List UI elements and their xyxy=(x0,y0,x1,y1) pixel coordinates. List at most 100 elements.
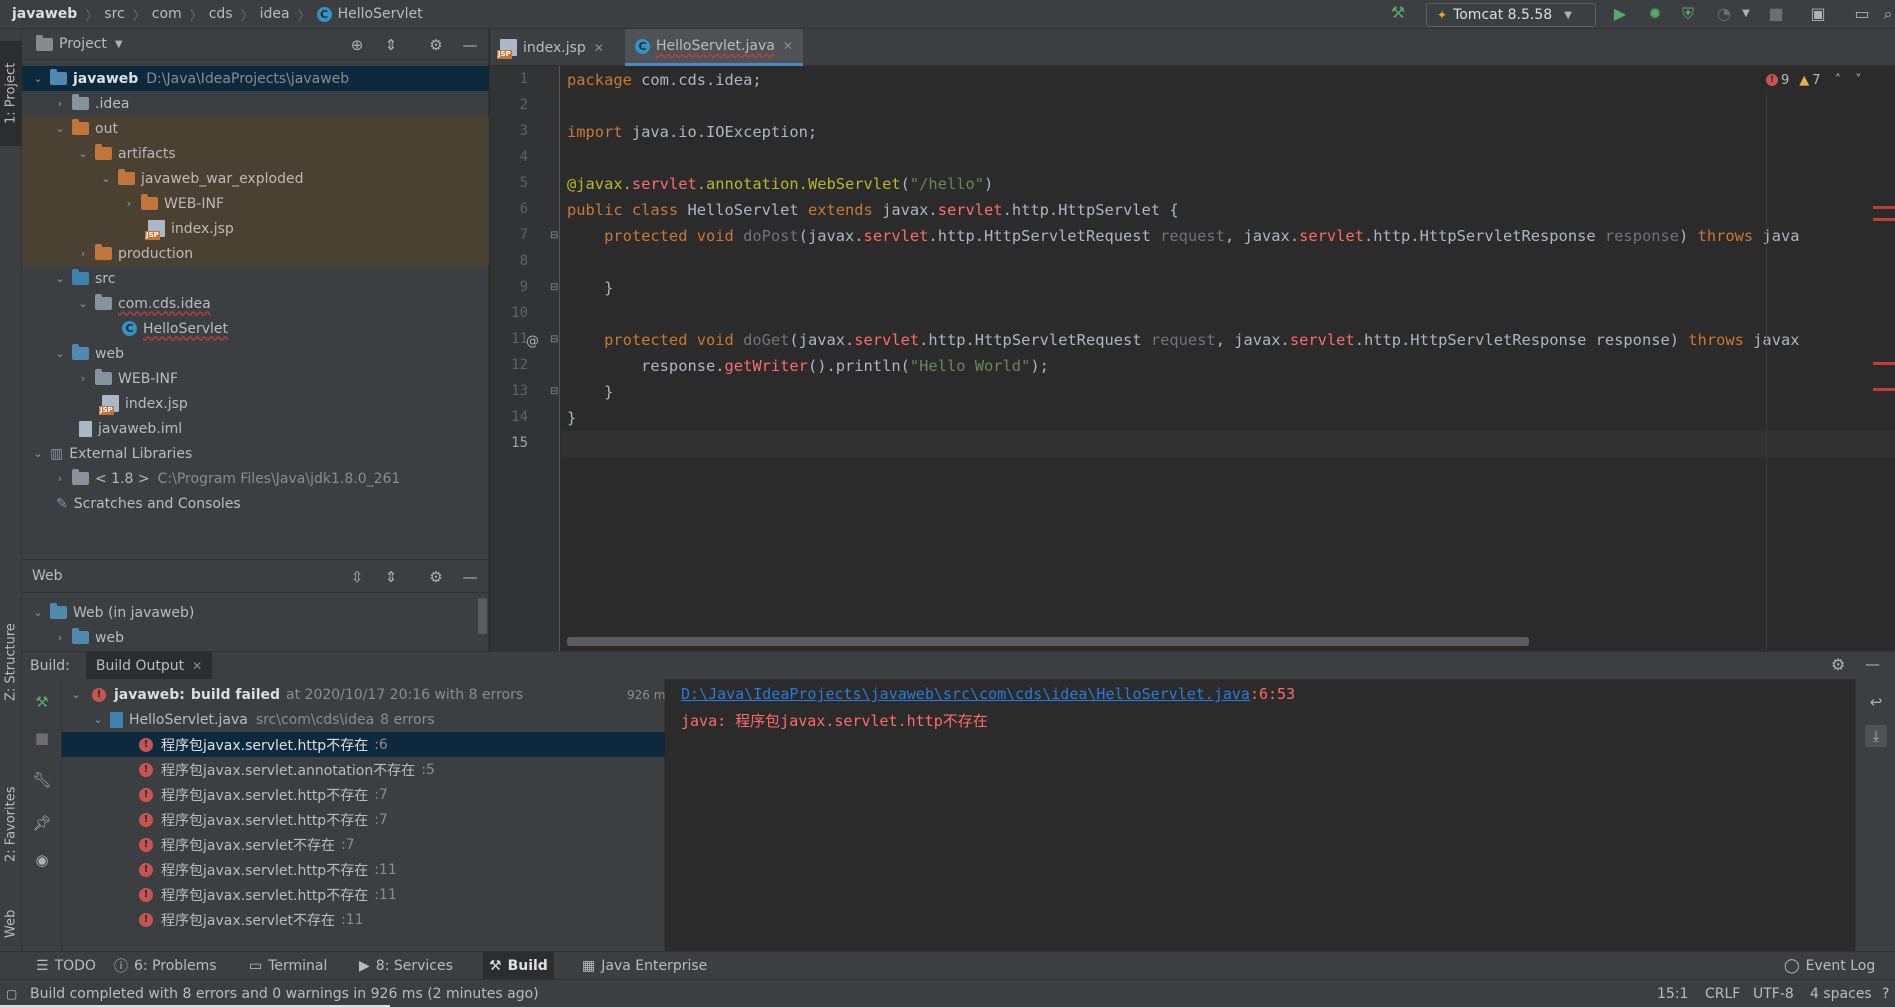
run-configuration-select[interactable]: ✦ Tomcat 8.5.58 ▼ xyxy=(1426,3,1596,27)
tab-terminal[interactable]: ▭ Terminal xyxy=(243,952,333,980)
error-stripe-mark[interactable] xyxy=(1873,218,1895,221)
build-error-row[interactable]: ! 程序包javax.servlet.annotation不存在:5 xyxy=(62,757,665,782)
project-structure-icon[interactable]: ▣ xyxy=(1808,4,1828,24)
caret-position[interactable]: 15:1 xyxy=(1657,980,1688,1007)
tree-item-web-inf-out[interactable]: › WEB-INF xyxy=(22,191,489,216)
breadcrumb-helloservlet[interactable]: HelloServlet xyxy=(338,6,423,22)
project-tool-button[interactable]: 1: Project xyxy=(0,41,22,146)
gear-icon[interactable]: ⚙ xyxy=(425,566,447,588)
error-stripe-mark[interactable] xyxy=(1873,362,1895,365)
tree-item-javaweb[interactable]: ⌄ javaweb D:\Java\IdeaProjects\javaweb xyxy=(22,66,489,91)
fold-icon[interactable]: ⊟ xyxy=(550,334,558,345)
scrollbar[interactable] xyxy=(478,598,487,634)
tab-helloservlet-java[interactable]: C HelloServlet.java ✕ xyxy=(625,29,803,66)
tree-item-index-jsp-out[interactable]: index.jsp xyxy=(22,216,489,241)
presentation-icon[interactable]: ▭ xyxy=(1852,4,1872,24)
minimize-icon[interactable]: — xyxy=(459,34,481,56)
help-icon[interactable]: ? xyxy=(1882,980,1889,1007)
web-tool-button[interactable]: Web xyxy=(0,899,22,949)
chevron-up-icon[interactable]: ˄ xyxy=(1835,73,1842,88)
fold-icon[interactable]: ⊟ xyxy=(550,230,558,241)
hammer-icon[interactable]: ⚒ xyxy=(31,691,53,713)
indent-setting[interactable]: 4 spaces xyxy=(1810,980,1872,1007)
tab-build[interactable]: ⚒ Build xyxy=(483,952,554,980)
favorites-tool-button[interactable]: 2: Favorites xyxy=(0,749,22,899)
toggle-tool-windows-icon[interactable]: ▢ xyxy=(6,980,17,1007)
fold-icon[interactable]: ⊟ xyxy=(550,282,558,293)
tree-item-idea[interactable]: › .idea xyxy=(22,91,489,116)
tree-item-jdk[interactable]: › < 1.8 > C:\Program Files\Java\jdk1.8.0_2… xyxy=(22,466,489,491)
close-icon[interactable]: ✕ xyxy=(192,659,202,673)
tab-build-output[interactable]: Build Output ✕ xyxy=(85,651,213,680)
tree-item-web-inf[interactable]: › WEB-INF xyxy=(22,366,489,391)
fold-icon[interactable]: ⊟ xyxy=(550,386,558,397)
coverage-icon[interactable]: ⛨ xyxy=(1678,4,1698,24)
expand-all-icon[interactable]: ⇳ xyxy=(346,566,368,588)
file-encoding[interactable]: UTF-8 xyxy=(1753,980,1794,1007)
chevron-down-icon[interactable]: ▼ xyxy=(1736,4,1756,24)
event-log-button[interactable]: ◯ Event Log xyxy=(1778,952,1881,980)
tree-item-artifacts[interactable]: ⌄ artifacts xyxy=(22,141,489,166)
structure-tool-button[interactable]: Z: Structure xyxy=(0,607,22,717)
close-icon[interactable]: ✕ xyxy=(783,39,793,53)
build-error-row[interactable]: ! 程序包javax.servlet.http不存在:11 xyxy=(62,857,665,882)
gear-icon[interactable]: ⚙ xyxy=(1831,655,1845,674)
build-error-row[interactable]: ! 程序包javax.servlet.http不存在:7 xyxy=(62,807,665,832)
stop-icon[interactable]: ■ xyxy=(31,727,53,749)
locate-icon[interactable]: ⊕ xyxy=(346,34,368,56)
build-error-row[interactable]: ! 程序包javax.servlet.http不存在:6 xyxy=(62,732,665,757)
tree-item-javaweb-iml[interactable]: javaweb.iml xyxy=(22,416,489,441)
tree-item-production[interactable]: › production xyxy=(22,241,489,266)
tree-item-src[interactable]: ⌄ src xyxy=(22,266,489,291)
line-separator[interactable]: CRLF xyxy=(1705,980,1740,1007)
error-stripe-mark[interactable] xyxy=(1873,388,1895,391)
project-panel-title[interactable]: Project xyxy=(59,36,107,52)
breadcrumb-idea[interactable]: idea xyxy=(260,6,290,22)
web-item-web-in-javaweb[interactable]: ⌄ Web (in javaweb) xyxy=(22,600,477,625)
tree-item-external-libraries[interactable]: ⌄ ▥ External Libraries xyxy=(22,441,489,466)
run-icon[interactable]: ▶ xyxy=(1610,4,1630,24)
tree-item-package[interactable]: ⌄ com.cds.idea xyxy=(22,291,489,316)
build-error-row[interactable]: ! 程序包javax.servlet.http不存在:11 xyxy=(62,882,665,907)
status-message[interactable]: Build completed with 8 errors and 0 warn… xyxy=(30,980,539,1007)
profile-icon[interactable]: ◔ xyxy=(1714,4,1734,24)
eye-icon[interactable]: ◉ xyxy=(31,849,53,871)
tab-java-enterprise[interactable]: ▦ Java Enterprise xyxy=(576,952,713,980)
soft-wrap-icon[interactable]: ↩ xyxy=(1865,691,1887,713)
breadcrumb-javaweb[interactable]: javaweb xyxy=(12,6,77,22)
build-root-row[interactable]: ⌄ ! javaweb: build failed at 2020/10/17 … xyxy=(62,682,671,707)
output-file-link[interactable]: D:\Java\IdeaProjects\javaweb\src\com\cds… xyxy=(681,685,1250,703)
tab-todo[interactable]: ☰ TODO xyxy=(30,952,102,980)
stop-icon[interactable]: ■ xyxy=(1766,4,1786,24)
build-error-row[interactable]: ! 程序包javax.servlet不存在:11 xyxy=(62,907,665,932)
chevron-down-icon[interactable]: ▼ xyxy=(115,39,123,50)
gear-icon[interactable]: ⚙ xyxy=(425,34,447,56)
minimize-icon[interactable]: — xyxy=(1865,655,1880,673)
web-item-web[interactable]: › web xyxy=(22,625,477,650)
build-error-row[interactable]: ! 程序包javax.servlet不存在:7 xyxy=(62,832,665,857)
tree-item-out[interactable]: ⌄ out xyxy=(22,116,489,141)
breadcrumb-src[interactable]: src xyxy=(104,6,124,22)
minimize-icon[interactable]: — xyxy=(459,566,481,588)
debug-icon[interactable]: ✹ xyxy=(1645,4,1665,24)
collapse-all-icon[interactable]: ⇕ xyxy=(380,566,402,588)
tab-problems[interactable]: ⓘ 6: Problems xyxy=(108,952,223,980)
collapse-all-icon[interactable]: ⇕ xyxy=(380,34,402,56)
tab-services[interactable]: ▶ 8: Services xyxy=(353,952,459,980)
breadcrumb-com[interactable]: com xyxy=(152,6,182,22)
tree-item-javaweb-war-exploded[interactable]: ⌄ javaweb_war_exploded xyxy=(22,166,489,191)
build-error-row[interactable]: ! 程序包javax.servlet.http不存在:7 xyxy=(62,782,665,807)
close-icon[interactable]: ✕ xyxy=(594,41,604,55)
chevron-down-icon[interactable]: ˅ xyxy=(1855,73,1862,88)
search-icon[interactable]: ⌕ xyxy=(1878,4,1895,24)
breadcrumb-cds[interactable]: cds xyxy=(209,6,233,22)
tree-item-web[interactable]: ⌄ web xyxy=(22,341,489,366)
pin-icon[interactable]: 📌︎ xyxy=(31,812,53,834)
hammer-icon[interactable]: ⚒ xyxy=(1388,3,1408,23)
inspection-widget[interactable]: ! 9 ▲ 7 ˄ ˅ xyxy=(1766,66,1895,94)
scroll-to-end-icon[interactable]: ⤓ xyxy=(1865,725,1887,747)
build-file-row[interactable]: ⌄ HelloServlet.java src\com\cds\idea 8 e… xyxy=(62,707,665,732)
tree-item-helloservlet[interactable]: C HelloServlet xyxy=(22,316,489,341)
tab-index-jsp[interactable]: index.jsp ✕ xyxy=(490,29,614,66)
error-stripe-mark[interactable] xyxy=(1873,206,1895,209)
